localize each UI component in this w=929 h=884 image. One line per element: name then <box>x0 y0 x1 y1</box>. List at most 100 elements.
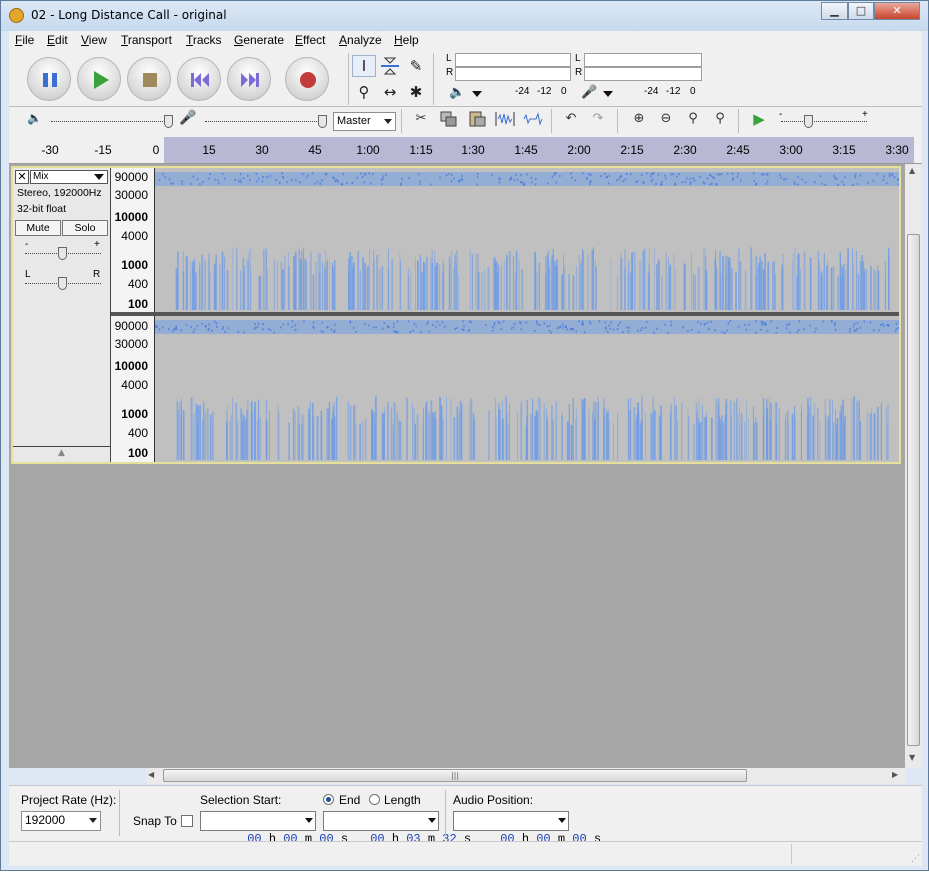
pan-slider-thumb[interactable] <box>58 277 67 290</box>
spectrogram-burst <box>736 398 738 460</box>
trim-button[interactable] <box>493 108 517 130</box>
collapse-track-icon[interactable]: ▲ <box>13 448 110 458</box>
pause-button[interactable] <box>27 57 71 101</box>
menu-view[interactable]: View <box>81 33 107 47</box>
multi-tool-button[interactable]: ✱ <box>404 81 428 103</box>
zoom-in-button[interactable]: ⊕ <box>627 108 651 130</box>
speaker-meter-icon[interactable]: 🔈 <box>449 85 467 103</box>
record-button[interactable] <box>285 57 329 101</box>
selection-end-time[interactable]: 00 h 03 m 32 s <box>323 811 471 846</box>
menu-analyze[interactable]: Analyze <box>339 33 382 47</box>
spectrogram-burst <box>507 424 509 460</box>
output-volume-slider-thumb[interactable] <box>164 115 173 128</box>
spectrogram-left-channel[interactable] <box>155 168 899 312</box>
playback-meter-right[interactable] <box>455 67 571 81</box>
spectrogram-right-channel[interactable] <box>155 316 899 462</box>
skip-to-end-button[interactable] <box>227 57 271 101</box>
spectrogram-burst <box>555 401 558 460</box>
scroll-left-icon[interactable]: ◀ <box>148 770 154 779</box>
skip-to-start-button[interactable] <box>177 57 221 101</box>
input-volume-slider-track[interactable] <box>205 121 323 123</box>
zoom-tool-button[interactable]: ⚲ <box>352 81 376 103</box>
frequency-ruler-left[interactable]: 90000 30000 10000 4000 1000 400 100 <box>111 168 155 312</box>
output-volume-slider-track[interactable] <box>51 121 169 123</box>
input-source-select[interactable]: Master <box>333 112 396 131</box>
input-volume-slider-thumb[interactable] <box>318 115 327 128</box>
fit-selection-button[interactable]: ⚲ <box>681 108 705 130</box>
solo-button[interactable]: Solo <box>62 220 108 236</box>
horizontal-scrollbar[interactable]: ◀ ||| ▶ <box>146 768 906 784</box>
play-speed-slider-thumb[interactable] <box>804 115 813 128</box>
spectrogram-noise-dot <box>606 330 609 333</box>
draw-tool-button[interactable]: ✎ <box>404 55 428 77</box>
spectrogram-noise-dot <box>211 329 213 332</box>
selection-start-time[interactable]: 00 h 00 m 00 s <box>200 811 348 846</box>
stop-button[interactable] <box>127 57 171 101</box>
playback-meter-dropdown-icon[interactable] <box>472 91 482 97</box>
close-window-button[interactable]: ✕ <box>874 2 920 20</box>
spectrogram-burst <box>819 421 821 460</box>
cut-button[interactable]: ✂ <box>409 108 433 130</box>
spectrogram-burst <box>453 267 455 310</box>
play-button[interactable] <box>77 57 121 101</box>
silence-button[interactable] <box>521 108 545 130</box>
spectrogram-burst <box>711 417 713 460</box>
scroll-right-icon[interactable]: ▶ <box>892 770 898 779</box>
menu-tracks[interactable]: Tracks <box>186 33 222 47</box>
menu-generate[interactable]: Generate <box>234 33 284 47</box>
mute-button[interactable]: Mute <box>15 220 61 236</box>
audio-position-time[interactable]: 00 h 00 m 00 s <box>453 811 601 846</box>
spectrogram-noise-dot <box>710 320 712 323</box>
microphone-meter-icon[interactable]: 🎤 <box>581 85 599 103</box>
frequency-ruler-right[interactable]: 90000 30000 10000 4000 1000 400 100 <box>111 316 155 462</box>
record-meter-left[interactable] <box>584 53 702 67</box>
maximize-button[interactable]: □ <box>848 2 874 20</box>
gain-slider-thumb[interactable] <box>58 247 67 260</box>
spectrogram-burst <box>298 249 300 310</box>
track-close-button[interactable]: ✕ <box>15 170 29 184</box>
play-at-speed-button[interactable]: ▶ <box>747 108 771 130</box>
track-panel[interactable]: ✕ Mix Stereo, 192000Hz 32-bit float Mute… <box>9 164 905 768</box>
selection-tool-button[interactable]: I <box>352 55 376 77</box>
time-format-dropdown-icon[interactable] <box>305 818 313 823</box>
zoom-out-button[interactable]: ⊖ <box>654 108 678 130</box>
end-radio[interactable] <box>323 794 334 805</box>
spectrogram-burst <box>236 261 238 310</box>
redo-button[interactable]: ↷ <box>586 108 610 130</box>
freq-label: 30000 <box>114 188 148 202</box>
spectrogram-burst <box>617 412 619 460</box>
vertical-scroll-thumb[interactable] <box>907 234 920 746</box>
menu-effect[interactable]: Effect <box>295 33 325 47</box>
copy-button[interactable] <box>437 108 461 130</box>
minimize-button[interactable]: ▁ <box>821 2 848 20</box>
scroll-down-icon[interactable]: ▼ <box>909 753 915 762</box>
playback-meter-left[interactable] <box>455 53 571 67</box>
paste-button[interactable] <box>465 108 489 130</box>
toolbar-area: I ✎ ⚲ ↔ ✱ L R 🔈 -24 -12 0 L R 🎤 -24 -12 … <box>9 51 922 137</box>
project-rate-select[interactable]: 192000 <box>21 811 101 831</box>
menu-edit[interactable]: Edit <box>47 33 68 47</box>
spectrogram-noise-dot <box>824 184 826 186</box>
timeline-ruler[interactable]: -30 -15 0 15 30 45 1:00 1:15 1:30 1:45 2… <box>9 137 922 164</box>
time-shift-tool-button[interactable]: ↔ <box>378 81 402 103</box>
time-format-dropdown-icon[interactable] <box>428 818 436 823</box>
track-name-menu[interactable]: Mix <box>30 170 108 184</box>
time-format-dropdown-icon[interactable] <box>558 818 566 823</box>
vertical-scrollbar[interactable]: ▲ ▼ <box>905 164 922 768</box>
menu-transport[interactable]: Transport <box>121 33 172 47</box>
fit-project-button[interactable]: ⚲ <box>708 108 732 130</box>
spectrogram-noise-dot <box>699 322 702 325</box>
audio-track[interactable]: ✕ Mix Stereo, 192000Hz 32-bit float Mute… <box>11 166 901 464</box>
record-meter-right[interactable] <box>584 67 702 81</box>
resize-grip-icon[interactable]: ⋰ <box>911 854 920 864</box>
length-radio[interactable] <box>369 794 380 805</box>
play-speed-slider-track[interactable] <box>781 121 867 123</box>
menu-file[interactable]: File <box>15 33 34 47</box>
horizontal-scroll-thumb[interactable]: ||| <box>163 769 747 782</box>
snap-to-checkbox[interactable] <box>181 815 193 827</box>
record-meter-dropdown-icon[interactable] <box>603 91 613 97</box>
undo-button[interactable]: ↶ <box>559 108 583 130</box>
menu-help[interactable]: Help <box>394 33 419 47</box>
envelope-tool-button[interactable] <box>378 55 402 77</box>
scroll-up-icon[interactable]: ▲ <box>909 166 915 175</box>
